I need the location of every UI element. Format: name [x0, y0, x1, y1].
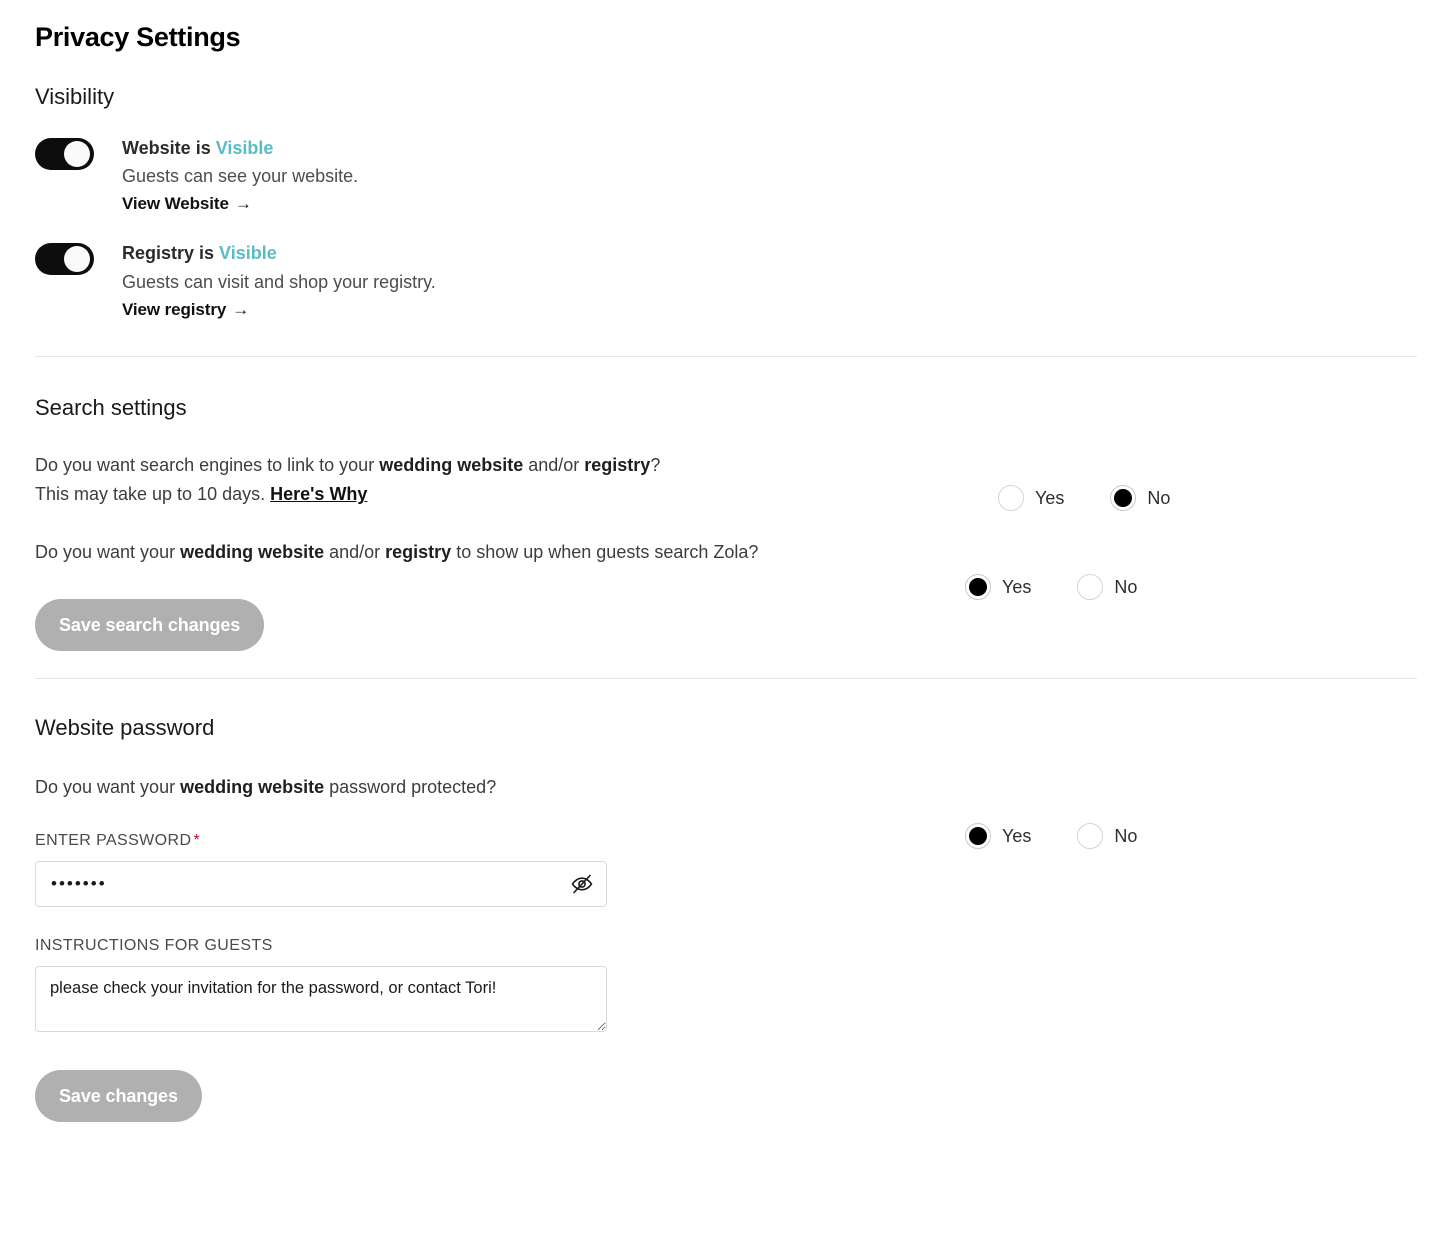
search-q2-radio-group: Yes No [965, 574, 1137, 600]
registry-status-prefix: Registry is [122, 243, 220, 264]
website-visibility-description: Guests can see your website. [122, 166, 359, 187]
toggle-knob [64, 141, 90, 168]
password-input-wrap [35, 861, 607, 908]
password-yes-radio[interactable] [965, 823, 991, 849]
view-website-link[interactable]: View Website → [122, 194, 252, 214]
search-question-1-line1: Do you want search engines to link to yo… [35, 451, 660, 480]
search-settings-heading: Search settings [35, 394, 187, 420]
search-q2-no-option[interactable]: No [1077, 574, 1137, 600]
pw-q-seg-a: Do you want your [35, 777, 181, 798]
arrow-right-icon: → [232, 299, 250, 319]
password-no-radio[interactable] [1077, 823, 1104, 849]
search-question-1-text: Do you want search engines to link to yo… [35, 451, 660, 509]
instructions-label: INSTRUCTIONS FOR GUESTS [35, 937, 273, 955]
q1-seg-d: registry [584, 455, 651, 476]
password-yes-option[interactable]: Yes [965, 823, 1031, 849]
pw-q-seg-b: wedding website [180, 777, 325, 798]
search-q2-yes-radio[interactable] [965, 574, 991, 600]
search-q1-yes-radio[interactable] [998, 485, 1024, 511]
registry-status-state: Visible [219, 243, 277, 264]
heres-why-link[interactable]: Here's Why [270, 484, 367, 504]
password-no-option[interactable]: No [1077, 823, 1137, 849]
required-asterisk: * [193, 832, 201, 850]
toggle-knob [64, 246, 90, 273]
q1-seg-a: Do you want search engines to link to yo… [35, 455, 380, 476]
privacy-settings-page: Privacy Settings Visibility Website is V… [0, 0, 1452, 1238]
q1-seg-b: wedding website [379, 455, 524, 476]
password-question-row: Do you want your wedding website passwor… [35, 773, 1417, 849]
password-question-text: Do you want your wedding website passwor… [35, 773, 496, 802]
search-q1-no-label: No [1147, 487, 1171, 508]
q2-seg-c: and/or [324, 541, 386, 562]
search-q2-no-label: No [1114, 576, 1138, 597]
instructions-textarea[interactable] [35, 966, 607, 1033]
visibility-toggle-list: Website is Visible Guests can see your w… [35, 136, 1417, 320]
search-q1-yes-option[interactable]: Yes [998, 485, 1064, 511]
search-question-2-text: Do you want your wedding website and/or … [35, 538, 758, 567]
eye-off-icon[interactable] [569, 871, 595, 897]
search-question-1-line2: This may take up to 10 days. Here's Why [35, 480, 660, 509]
registry-visibility-text: Registry is Visible Guests can visit and… [122, 241, 436, 319]
instructions-textarea-wrap [35, 966, 607, 1037]
registry-visibility-toggle[interactable] [35, 243, 94, 276]
view-registry-link-label: View registry [122, 299, 227, 319]
search-q2-no-radio[interactable] [1077, 574, 1104, 600]
password-input[interactable] [35, 861, 607, 908]
search-q2-yes-option[interactable]: Yes [965, 574, 1031, 600]
q2-seg-b: wedding website [180, 541, 325, 562]
save-changes-button[interactable]: Save changes [35, 1070, 202, 1123]
password-radio-group: Yes No [965, 823, 1137, 849]
view-registry-link[interactable]: View registry → [122, 300, 249, 320]
enter-password-label: ENTER PASSWORD * [35, 832, 1417, 850]
search-q1-no-option[interactable]: No [1110, 485, 1170, 511]
q1-seg-c: and/or [523, 455, 585, 476]
visibility-section-heading: Visibility [35, 83, 115, 109]
visibility-row-registry: Registry is Visible Guests can visit and… [35, 241, 1417, 319]
search-q1-radio-group: Yes No [998, 485, 1170, 511]
search-q2-yes-label: Yes [1002, 576, 1032, 597]
registry-visibility-status: Registry is Visible [122, 241, 436, 265]
q2-seg-d: registry [385, 541, 452, 562]
page-title: Privacy Settings [35, 22, 241, 52]
save-search-changes-button[interactable]: Save search changes [35, 598, 265, 651]
visibility-row-website: Website is Visible Guests can see your w… [35, 136, 1417, 214]
password-yes-label: Yes [1002, 825, 1032, 846]
enter-password-label-text: ENTER PASSWORD [35, 832, 192, 850]
website-visibility-text: Website is Visible Guests can see your w… [122, 136, 358, 214]
search-question-row-1: Do you want search engines to link to yo… [35, 451, 1417, 511]
website-status-state: Visible [215, 138, 274, 159]
q2-seg-a: Do you want your [35, 541, 181, 562]
search-q1-yes-label: Yes [1035, 487, 1065, 508]
search-q1-no-radio[interactable] [1110, 485, 1137, 511]
q2-seg-e: to show up when guests search Zola? [451, 541, 759, 562]
website-visibility-toggle[interactable] [35, 138, 94, 171]
website-password-heading: Website password [35, 714, 215, 740]
arrow-right-icon: → [234, 194, 252, 214]
registry-visibility-description: Guests can visit and shop your registry. [122, 271, 436, 292]
view-website-link-label: View Website [122, 194, 229, 214]
password-no-label: No [1114, 825, 1138, 846]
website-status-prefix: Website is [122, 138, 216, 159]
pw-q-seg-c: password protected? [324, 777, 497, 798]
q1-line2-text: This may take up to 10 days. [35, 484, 271, 505]
website-visibility-status: Website is Visible [122, 136, 358, 160]
q1-seg-e: ? [650, 455, 661, 476]
search-question-row-2: Do you want your wedding website and/or … [35, 538, 1417, 600]
